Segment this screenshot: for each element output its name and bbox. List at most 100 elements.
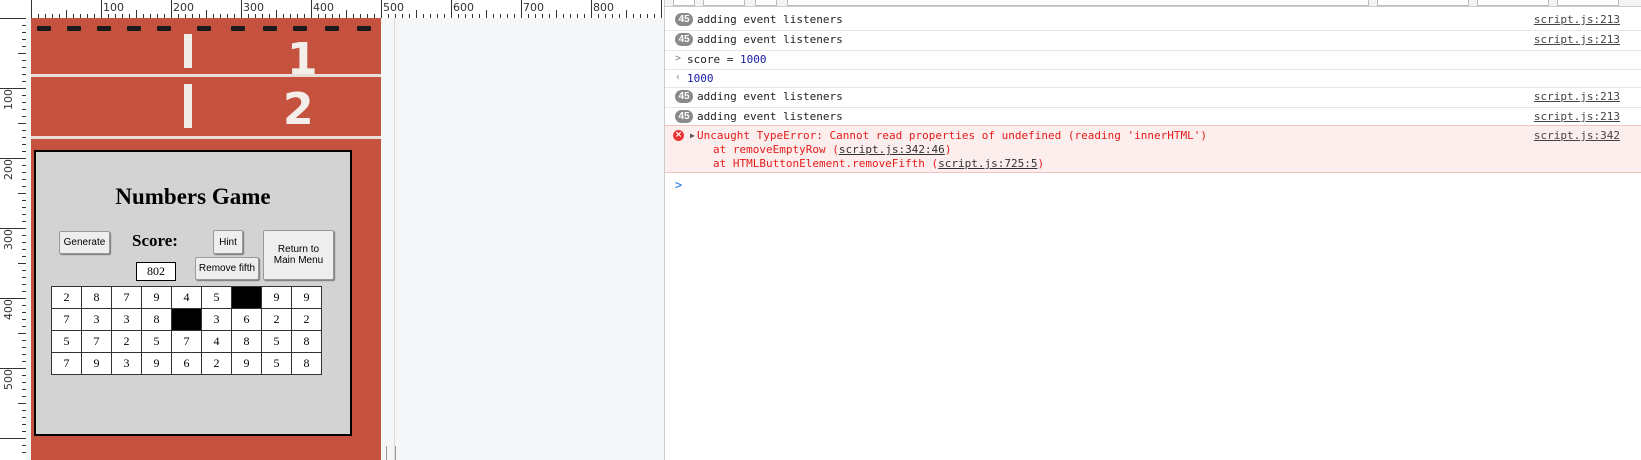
toolbar-control[interactable] [673,0,695,6]
remove-fifth-button[interactable]: Remove fifth [195,257,259,280]
grid-cell[interactable]: 3 [111,352,142,375]
ruler-label: 200 [2,159,15,180]
grid-cell[interactable]: 5 [201,286,232,309]
grid-cell[interactable]: 5 [141,330,172,353]
grid-cell[interactable]: 8 [291,352,322,375]
log-message: adding event listeners [697,110,843,123]
ruler-tick [591,0,592,18]
grid-cell-empty[interactable] [171,308,202,331]
grid-cell[interactable]: 2 [111,330,142,353]
repeat-count-badge: 45 [675,90,693,103]
ruler-label: 400 [313,1,334,14]
grid-cell-empty[interactable] [231,286,262,309]
repeat-count-badge: 45 [675,13,693,26]
grid-cell[interactable]: 2 [291,308,322,331]
grid-row: 572574858 [51,330,322,353]
grid-cell[interactable]: 7 [171,330,202,353]
return-to-main-menu-button[interactable]: Return to Main Menu [263,230,334,280]
grid-cell[interactable]: 5 [261,352,292,375]
toolbar-control[interactable] [755,0,777,6]
ruler-tick [521,0,522,18]
viewport-divider [394,18,395,460]
filter-input[interactable] [787,0,1369,6]
grid-cell[interactable]: 7 [51,308,82,331]
source-link[interactable]: script.js:213 [1534,13,1620,26]
grid-cell[interactable]: 5 [261,330,292,353]
track-marker [197,26,211,31]
stack-frame-link[interactable]: script.js:342:46 [839,143,945,156]
grid-cell[interactable]: 3 [81,308,112,331]
grid-row: 793962958 [51,352,322,375]
generate-button[interactable]: Generate [59,231,110,254]
track-marker [127,26,141,31]
error-source-link[interactable]: script.js:342 [1534,129,1620,142]
log-levels-dropdown[interactable] [1377,0,1469,6]
ruler-label: 300 [2,229,15,250]
grid-cell[interactable]: 4 [171,286,202,309]
ruler-tick [31,0,32,18]
grid-cell[interactable]: 9 [81,352,112,375]
expand-triangle-icon[interactable]: ▶ [690,131,695,140]
number-grid: 2879459973383622572574858793962958 [51,286,322,375]
source-link[interactable]: script.js:213 [1534,90,1620,103]
source-link[interactable]: script.js:213 [1534,33,1620,46]
grid-cell[interactable]: 9 [231,352,262,375]
ruler-tick [18,123,26,124]
result-arrow-icon: ‹ [675,72,682,83]
track-marker [37,26,51,31]
console-log-row: 45 adding event listeners script.js:213 [665,10,1641,31]
console-prompt-chevron-icon[interactable]: > [675,178,682,192]
grid-cell[interactable]: 2 [261,308,292,331]
grid-cell[interactable]: 3 [201,308,232,331]
error-message: Uncaught TypeError: Cannot read properti… [697,129,1207,142]
grid-cell[interactable]: 7 [81,330,112,353]
issues-button[interactable] [1477,0,1549,6]
grid-cell[interactable]: 7 [51,352,82,375]
input-prefix: score = [687,53,740,66]
grid-cell[interactable]: 2 [201,352,232,375]
ruler-tick [451,0,452,18]
ruler-label: 800 [593,1,614,14]
ruler-tick [556,10,557,18]
ruler-tick [101,0,102,18]
grid-cell[interactable]: 7 [111,286,142,309]
ruler-tick [171,0,172,18]
ruler-tick [381,0,382,18]
grid-cell[interactable]: 9 [141,286,172,309]
ruler-tick [661,0,662,18]
source-link[interactable]: script.js:213 [1534,110,1620,123]
grid-cell[interactable]: 9 [261,286,292,309]
stack-frame-text: at HTMLButtonElement.removeFifth ( [713,157,939,170]
grid-cell[interactable]: 4 [201,330,232,353]
grid-cell[interactable]: 8 [231,330,262,353]
grid-cell[interactable]: 6 [171,352,202,375]
stack-frame-link[interactable]: script.js:725:5 [938,157,1037,170]
grid-cell[interactable]: 5 [51,330,82,353]
grid-cell[interactable]: 6 [231,308,262,331]
grid-cell[interactable]: 8 [81,286,112,309]
ruler-tick [626,10,627,18]
grid-cell[interactable]: 2 [51,286,82,309]
stack-frame: at HTMLButtonElement.removeFifth (script… [713,157,1044,170]
stack-frame-text: at removeEmptyRow ( [713,143,839,156]
grid-cell[interactable]: 9 [291,286,322,309]
ruler-tick [486,10,487,18]
ruler-label: 500 [383,1,404,14]
console-log-row: 45 adding event listeners script.js:213 [665,107,1641,126]
grid-cell[interactable]: 9 [141,352,172,375]
ruler-label: 600 [453,1,474,14]
grid-cell[interactable]: 3 [111,308,142,331]
log-message: adding event listeners [697,90,843,103]
settings-button[interactable] [1557,0,1619,6]
log-message: adding event listeners [697,13,843,26]
grid-cell[interactable]: 8 [141,308,172,331]
hint-button[interactable]: Hint [213,230,243,254]
context-selector[interactable] [703,0,745,6]
track-marker [157,26,171,31]
grid-cell[interactable]: 8 [291,330,322,353]
ruler-tick [18,333,26,334]
ruler-tick [416,10,417,18]
ruler-tick [136,10,137,18]
ruler-label: 100 [2,89,15,110]
input-number: 1000 [739,53,767,66]
